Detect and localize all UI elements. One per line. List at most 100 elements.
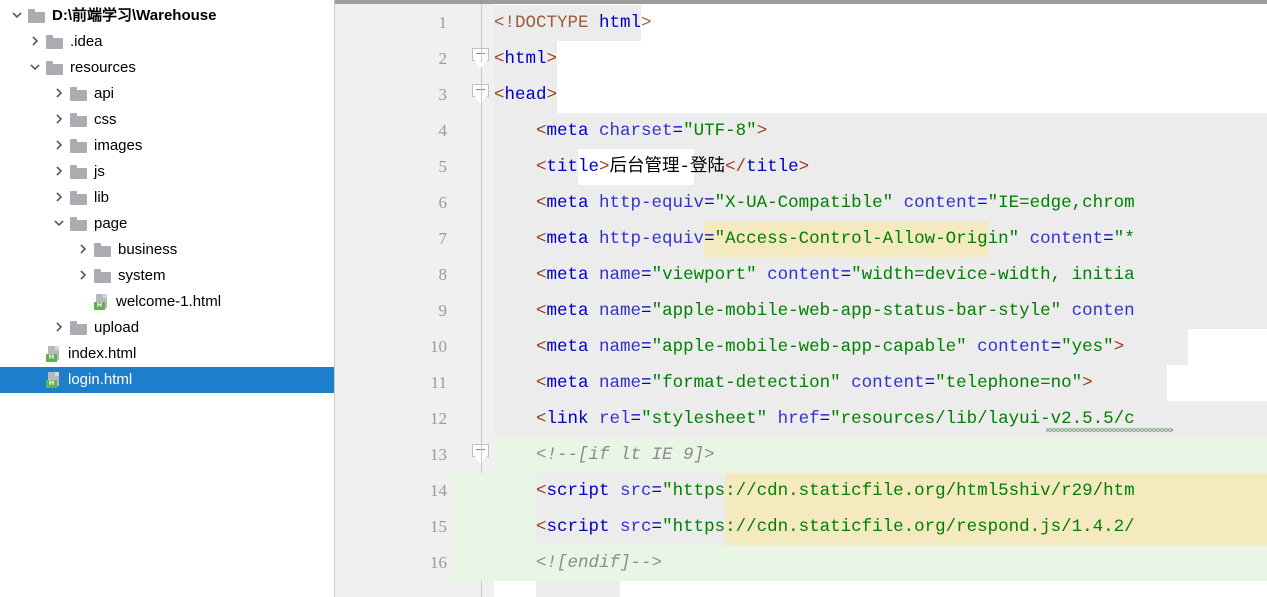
file-name-label: index.html xyxy=(68,345,137,362)
code-token-attr: content xyxy=(1029,229,1104,249)
tree-file-row[interactable]: Hindex.html xyxy=(0,341,334,367)
code-line[interactable]: <meta http-equiv="Access-Control-Allow-O… xyxy=(494,221,1135,257)
chevron-right-icon[interactable] xyxy=(52,138,68,154)
tree-folder-row[interactable]: images xyxy=(0,133,334,159)
chevron-right-icon[interactable] xyxy=(52,112,68,128)
chevron-down-icon[interactable] xyxy=(52,216,68,232)
line-number: 7 xyxy=(438,229,448,248)
code-token-brk: < xyxy=(494,517,547,537)
tree-folder-row[interactable]: resources xyxy=(0,55,334,81)
code-line[interactable]: <meta name="viewport" content="width=dev… xyxy=(494,257,1135,293)
code-line[interactable]: <head> xyxy=(494,77,557,113)
chevron-down-icon[interactable] xyxy=(28,60,44,76)
code-token-brk: < xyxy=(494,157,547,177)
code-token-attr: rel xyxy=(599,409,631,429)
line-number: 4 xyxy=(438,121,448,140)
code-token-tag xyxy=(757,265,768,285)
chevron-right-glyph xyxy=(56,192,63,202)
code-token-attr: name xyxy=(599,337,642,357)
code-token-brk: < xyxy=(494,373,547,393)
tree-folder-row[interactable]: business xyxy=(0,237,334,263)
code-token-brk: < xyxy=(494,481,547,501)
tree-folder-row[interactable]: D:\前端学习\Warehouse xyxy=(0,3,334,29)
code-line[interactable]: <meta http-equiv="X-UA-Compatible" conte… xyxy=(494,185,1135,221)
code-token-tag: meta xyxy=(546,229,600,249)
line-number: 12 xyxy=(430,409,447,428)
code-line[interactable]: <!DOCTYPE html> xyxy=(494,5,652,41)
tree-folder-row[interactable]: css xyxy=(0,107,334,133)
chevron-down-glyph xyxy=(54,220,64,227)
code-token-tag: title xyxy=(746,157,799,177)
tree-folder-row[interactable]: page xyxy=(0,211,334,237)
code-token-tag xyxy=(1019,229,1030,249)
code-token-brk: < xyxy=(494,229,547,249)
folder-icon xyxy=(70,87,87,101)
chevron-right-icon[interactable] xyxy=(76,242,92,258)
folder-name-label: css xyxy=(94,111,117,128)
code-line[interactable]: <!--[if lt IE 9]> xyxy=(494,437,715,473)
folder-name-label: .idea xyxy=(70,33,103,50)
code-token-str: "https://cdn.staticfile.org/respond.js/1… xyxy=(662,517,1135,537)
code-text-area[interactable]: 1 <!DOCTYPE html> 2 <html> 3 <head> 4 <meta ch… xyxy=(335,4,1267,597)
chevron-right-glyph xyxy=(56,114,63,124)
code-line[interactable]: <title>后台管理-登陆</title> xyxy=(494,149,809,185)
code-token-tag: = xyxy=(651,481,663,501)
code-token-brk: > xyxy=(599,157,610,177)
tree-file-row[interactable]: Hwelcome-1.html xyxy=(0,289,334,315)
code-token-tag: = xyxy=(651,517,663,537)
code-token-tag: html xyxy=(599,13,642,33)
chevron-right-icon[interactable] xyxy=(28,34,44,50)
code-token-brk: < xyxy=(494,85,505,105)
chevron-right-icon[interactable] xyxy=(52,320,68,336)
code-line[interactable]: <meta charset="UTF-8"> xyxy=(494,113,767,149)
code-token-attr: http-equiv xyxy=(599,193,705,213)
tree-folder-row[interactable]: upload xyxy=(0,315,334,341)
code-line[interactable]: <link rel="stylesheet" href="resources/l… xyxy=(494,401,1135,437)
code-token-tag: meta xyxy=(546,193,600,213)
chevron-right-glyph xyxy=(56,140,63,150)
code-token-brk: < xyxy=(494,193,547,213)
code-line[interactable]: <meta name="format-detection" content="t… xyxy=(494,365,1093,401)
code-line[interactable]: <script src="https://cdn.staticfile.org/… xyxy=(494,473,1135,509)
code-token-tag: = xyxy=(641,337,652,357)
chevron-right-icon[interactable] xyxy=(52,190,68,206)
code-token-brk: < xyxy=(494,301,547,321)
file-name-label: login.html xyxy=(68,371,133,388)
tree-folder-row[interactable]: .idea xyxy=(0,29,334,55)
code-token-tag: script xyxy=(546,517,621,537)
code-line[interactable]: <meta name="apple-mobile-web-app-status-… xyxy=(494,293,1135,329)
code-token-tag: = xyxy=(924,373,936,393)
tree-folder-row[interactable]: js xyxy=(0,159,334,185)
line-number: 16 xyxy=(430,553,447,572)
tree-folder-row[interactable]: lib xyxy=(0,185,334,211)
chevron-right-icon[interactable] xyxy=(52,164,68,180)
code-line[interactable]: <meta name="apple-mobile-web-app-capable… xyxy=(494,329,1124,365)
code-line[interactable]: <html> xyxy=(494,41,557,77)
folder-name-label: page xyxy=(94,215,128,232)
code-token-attr: content xyxy=(851,373,925,393)
editor-panel[interactable]: 1 <!DOCTYPE html> 2 <html> 3 <head> 4 <meta ch… xyxy=(335,0,1267,597)
chevron-right-glyph xyxy=(80,270,87,280)
code-token-attr: content xyxy=(903,193,978,213)
line-number: 6 xyxy=(438,193,448,212)
chevron-down-glyph xyxy=(12,12,22,19)
line-number: 14 xyxy=(430,481,447,500)
code-token-str: "apple-mobile-web-app-status-bar-style" xyxy=(651,301,1062,321)
chevron-down-icon[interactable] xyxy=(10,8,26,24)
code-line[interactable]: <![endif]--> xyxy=(494,545,662,581)
folder-name-label: api xyxy=(94,85,115,102)
chevron-right-icon[interactable] xyxy=(52,86,68,102)
code-token-tag: = xyxy=(672,121,684,141)
code-token-tag: = xyxy=(1050,337,1062,357)
folder-name-label: images xyxy=(94,137,143,154)
code-token-tag xyxy=(967,337,978,357)
folder-name-label: D:\前端学习\Warehouse xyxy=(52,7,217,24)
tree-folder-row[interactable]: api xyxy=(0,81,334,107)
code-line[interactable]: <script src="https://cdn.staticfile.org/… xyxy=(494,509,1135,545)
tree-file-row[interactable]: Hlogin.html xyxy=(0,367,334,393)
code-token-tag: script xyxy=(546,481,621,501)
chevron-right-icon[interactable] xyxy=(76,268,92,284)
project-tree-panel[interactable]: D:\前端学习\Warehouse .idea resources api css ima… xyxy=(0,0,335,597)
line-number: 15 xyxy=(430,517,447,536)
tree-folder-row[interactable]: system xyxy=(0,263,334,289)
